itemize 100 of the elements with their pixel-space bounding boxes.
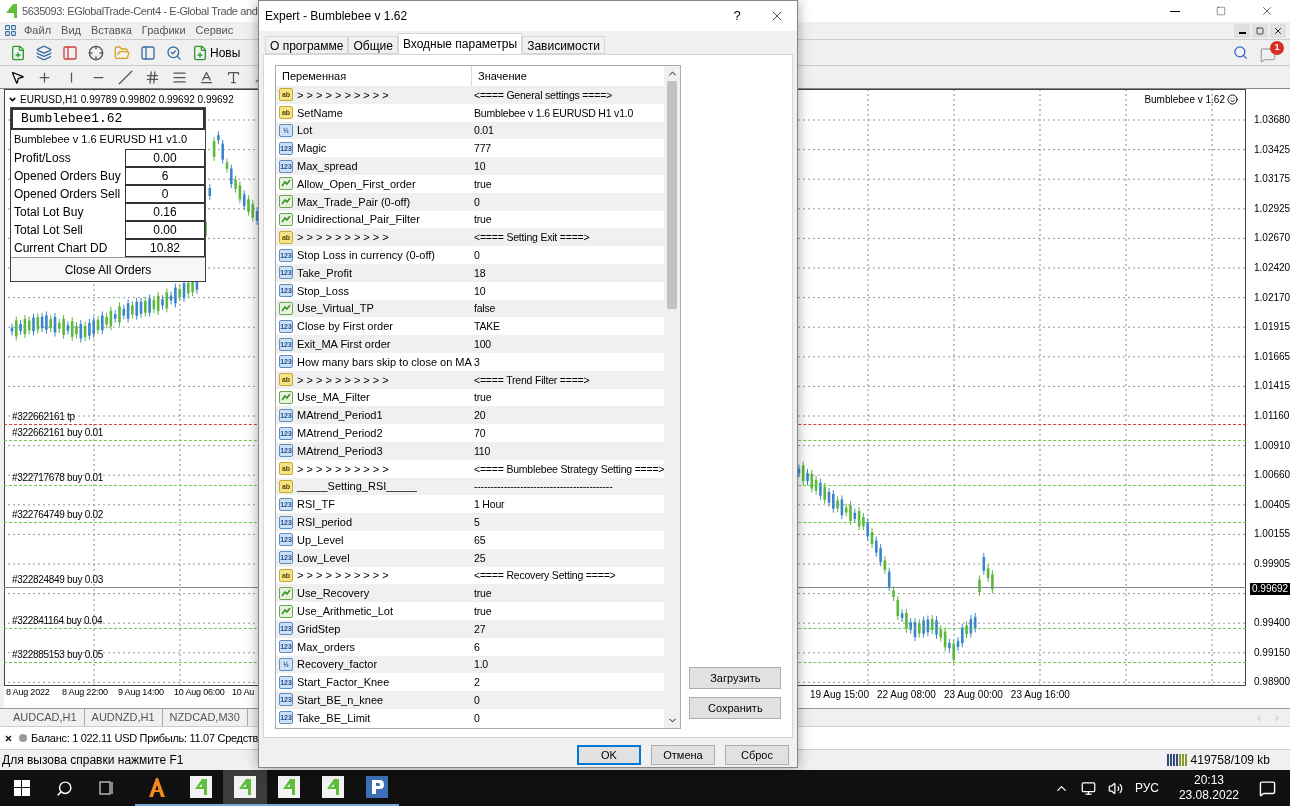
parameter-name[interactable]: SetName [297,105,343,120]
parameter-name[interactable]: Start_Factor_Knee [297,675,390,690]
parameter-name[interactable]: Use_Arithmetic_Lot [297,604,393,618]
parameter-value[interactable]: 70 [472,426,486,441]
parameter-name[interactable]: Recovery_factor [297,657,378,672]
text-tool-icon[interactable] [199,69,214,85]
new-chart-icon[interactable] [10,44,26,61]
parameter-name[interactable]: > > > > > > > > > > [297,461,389,476]
parameter-value[interactable]: 0.01 [472,123,494,138]
parameter-value[interactable]: 0 [472,194,480,209]
close-icon[interactable] [4,733,13,743]
cursor-icon[interactable] [10,69,25,85]
profiles-icon[interactable] [36,44,52,61]
parameter-value[interactable]: 0 [472,693,480,707]
parameter-value[interactable]: 777 [472,141,491,156]
parameter-name[interactable]: Max_orders [297,639,356,654]
parameter-name[interactable]: > > > > > > > > > > [297,230,389,245]
dialog-tab[interactable]: Общие [348,36,398,54]
windows-start-icon[interactable] [14,780,30,796]
close-chart-button[interactable] [1270,23,1286,38]
parameter-name[interactable]: MAtrend_Period3 [297,443,383,458]
dialog-tab[interactable]: Зависимости [522,36,605,54]
parameter-value[interactable]: <==== Recovery Setting ====> [472,568,616,583]
parameter-value[interactable]: true [472,586,492,601]
parameter-value[interactable]: 20 [472,408,486,423]
crosshair-icon[interactable] [37,69,52,85]
parameter-value[interactable]: 27 [472,621,486,636]
side-button[interactable]: Сохранить [689,697,782,719]
minimize-chart-button[interactable] [1234,23,1250,38]
parameter-value[interactable]: 10 [472,159,486,174]
parameter-name[interactable]: Magic [297,141,327,156]
parameter-name[interactable]: Stop_Loss [297,283,349,298]
parameter-value[interactable]: TAKE [472,319,500,334]
scrollbar[interactable] [664,66,681,728]
parameter-name[interactable]: Take_Profit [297,265,353,280]
language-indicator[interactable]: РУС [1134,779,1159,797]
parameter-value[interactable]: 1 Hour [472,497,505,512]
parameter-value[interactable]: <==== General settings ====> [472,87,612,102]
parameter-name[interactable]: Max_spread [297,159,358,174]
dialog-button[interactable]: Сброс [725,745,789,765]
parameter-name[interactable]: Use_MA_Filter [297,390,370,405]
parameter-value[interactable]: true [472,390,492,405]
parameter-name[interactable]: Stop Loss in currency (0-off) [297,248,435,263]
parameter-name[interactable]: > > > > > > > > > > [297,87,389,102]
parameter-value[interactable]: false [472,301,496,316]
parameter-value[interactable]: 6 [472,639,480,654]
volume-icon[interactable] [1107,780,1123,796]
parameter-value[interactable]: 0 [472,710,480,725]
parameter-name[interactable]: Take_BE_Limit [297,710,371,725]
task-view-icon[interactable] [99,780,115,796]
menu-item[interactable]: Сервис [190,22,239,39]
chart-tab[interactable]: AUDNZD,H1 [84,709,163,726]
parameter-value[interactable]: true [472,604,492,618]
help-button[interactable]: ? [717,1,757,31]
parameter-name[interactable]: MAtrend_Period1 [297,408,383,423]
parameter-name[interactable]: RSI_period [297,515,353,529]
menu-item[interactable]: Графики [136,22,191,39]
parameter-value[interactable]: 25 [472,550,486,565]
app-taskbar-icon[interactable] [223,770,267,806]
parameter-value[interactable]: true [472,176,492,191]
trend-line-icon[interactable] [118,69,133,85]
parameter-value[interactable]: ------------------------------------------ [472,479,613,494]
parameter-name[interactable]: Use_Virtual_TP [297,301,374,316]
network-icon[interactable] [1080,780,1096,796]
dialog-tab[interactable]: Входные параметры [397,33,523,54]
dropdown-icon[interactable] [8,95,17,104]
parameter-name[interactable]: Exit_MA First order [297,337,391,352]
parameter-name[interactable]: MAtrend_Period2 [297,426,383,441]
dialog-tab[interactable]: О программе [265,36,349,54]
parameter-name[interactable]: How many bars skip to close on MA [297,354,472,369]
crosshair-icon[interactable] [88,44,104,61]
text-label-icon[interactable] [226,69,241,85]
parameter-value[interactable]: 5 [472,515,480,529]
side-button[interactable]: Загрузить [689,667,782,689]
parameter-name[interactable]: Lot [297,123,313,138]
parameter-name[interactable]: Unidirectional_Pair_Filter [297,212,420,227]
menu-item[interactable]: Файл [19,22,57,39]
dialog-button[interactable]: OK [577,745,641,765]
parameter-name[interactable]: Max_Trade_Pair (0-off) [297,194,411,209]
parameter-name[interactable]: > > > > > > > > > > [297,372,389,387]
chart-window-icon[interactable] [4,24,17,37]
parameter-value[interactable]: 110 [472,443,491,458]
chart-tab[interactable]: NZDCAD,M30 [162,709,248,726]
action-center-icon[interactable] [1259,779,1276,797]
parameter-name[interactable]: Up_Level [297,532,344,547]
dialog-button[interactable]: Отмена [651,745,715,765]
parameter-name[interactable]: Low_Level [297,550,350,565]
parameter-name[interactable]: RSI_TF [297,497,335,512]
parameter-value[interactable]: 0 [472,248,480,263]
search-icon[interactable] [56,779,73,797]
parameter-name[interactable]: Close by First order [297,319,393,334]
parameter-name[interactable]: _____Setting_RSI_____ [297,479,417,494]
parameter-value[interactable]: <==== Setting Exit ====> [472,230,590,245]
parameter-name[interactable]: Allow_Open_First_order [297,176,416,191]
chart-tab[interactable]: AUDCAD,H1 [6,709,85,726]
scrollbar-thumb[interactable] [667,81,678,309]
parameter-value[interactable]: <==== Bumblebee Strategy Setting ====> [472,461,665,476]
parameter-value[interactable]: 18 [472,265,486,280]
parameter-value[interactable]: 100 [472,337,491,352]
new-order-button[interactable]: Новы [192,43,241,62]
